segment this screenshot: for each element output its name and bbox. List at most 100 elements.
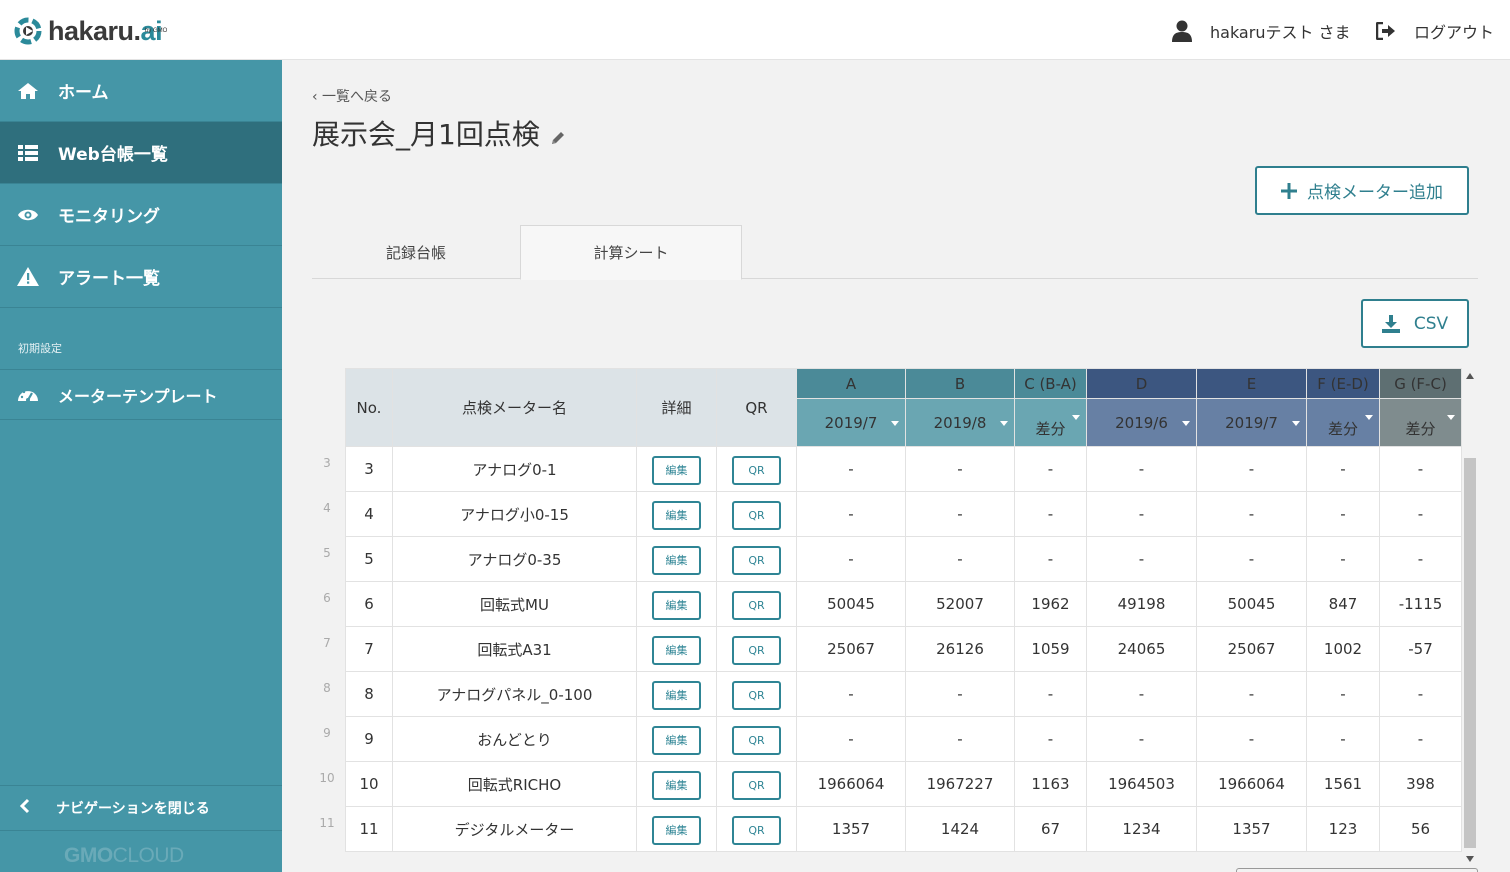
cell-qr: QR [716,491,797,537]
edit-button[interactable]: 編集 [652,455,701,485]
caret-down-icon [1292,421,1300,426]
tab-calculation-sheet[interactable]: 計算シート [520,225,742,280]
cell-no: 11 [345,806,393,852]
plus-icon [1281,182,1297,199]
cell-detail: 編集 [636,536,717,582]
header-col-b-dropdown[interactable]: 2019/8 [905,398,1015,447]
row-number: 8 [323,681,331,695]
cell-col-b: - [905,671,1015,717]
sidebar-item-label: ホーム [58,83,109,103]
cell-detail: 編集 [636,671,717,717]
pencil-icon[interactable] [550,120,566,153]
header-col-e-dropdown[interactable]: 2019/7 [1196,398,1307,447]
cell-col-g: - [1379,491,1462,537]
edit-button[interactable]: 編集 [652,725,701,755]
cell-col-b: - [905,446,1015,492]
header-col-g-value: 差分 [1405,420,1436,438]
hakaru-logo[interactable]: hakaru.ai [12,14,163,48]
logo-sub-text: by GMO [145,28,168,34]
header-col-c: C (B-A) [1014,368,1087,399]
download-icon [1381,314,1400,333]
qr-button[interactable]: QR [732,545,781,575]
edit-button[interactable]: 編集 [652,770,701,800]
cell-col-a: - [796,536,906,582]
cell-col-e: - [1196,716,1307,762]
cell-col-d: - [1086,446,1197,492]
cell-col-e: 1966064 [1196,761,1307,807]
tab-record-ledger[interactable]: 記録台帳 [312,225,520,279]
logout-icon [1376,22,1395,40]
table-row: 3 アナログ0-1 編集 QR - - - - - - - [345,446,1462,492]
sidebar-item-meter-template[interactable]: メーターテンプレート [0,370,282,420]
sidebar-item-label: アラート一覧 [58,269,160,289]
cell-col-c: 1962 [1014,581,1087,627]
vertical-scrollbar-thumb[interactable] [1464,458,1476,848]
scroll-up-arrow-icon[interactable] [1466,373,1474,379]
header-col-c-dropdown[interactable]: 差分 [1014,398,1087,447]
header-qr: QR [716,368,797,447]
cell-col-g: - [1379,671,1462,717]
user-name: hakaruテスト さま [1210,23,1351,42]
csv-download-button[interactable]: CSV [1361,299,1469,348]
edit-button[interactable]: 編集 [652,545,701,575]
header-col-a-dropdown[interactable]: 2019/7 [796,398,906,447]
header-col-g: G (F-C) [1379,368,1462,399]
row-number: 6 [323,591,331,605]
cell-col-a: 1357 [796,806,906,852]
cell-col-g: 398 [1379,761,1462,807]
header-col-f-dropdown[interactable]: 差分 [1306,398,1380,447]
header-col-d-dropdown[interactable]: 2019/6 [1086,398,1197,447]
sidebar-item-alerts[interactable]: アラート一覧 [0,246,282,308]
qr-button[interactable]: QR [732,635,781,665]
table-row: 4 アナログ小0-15 編集 QR - - - - - - - [345,491,1462,537]
cell-detail: 編集 [636,806,717,852]
close-navigation-button[interactable]: ナビゲーションを閉じる [0,785,282,831]
sidebar-item-home[interactable]: ホーム [0,60,282,122]
header-col-f: F (E-D) [1306,368,1380,399]
cell-no: 3 [345,446,393,492]
table-row: 6 回転式MU 編集 QR 50045 52007 1962 49198 50045 847 -11… [345,581,1462,627]
qr-button[interactable]: QR [732,500,781,530]
eye-icon [16,205,40,225]
cell-col-g: -1115 [1379,581,1462,627]
header-col-c-value: 差分 [1035,420,1066,438]
user-menu[interactable]: hakaruテスト さま [1172,18,1351,44]
csv-label: CSV [1413,313,1449,334]
cell-meter-name: アナログ小0-15 [392,491,637,537]
qr-button[interactable]: QR [732,725,781,755]
edit-button[interactable]: 編集 [652,680,701,710]
edit-button[interactable]: 編集 [652,815,701,845]
horizontal-scrollbar[interactable] [1236,868,1478,872]
calculation-table: No. 点検メーター名 詳細 QR A B C (B-A) D E F (E-D… [345,368,1462,852]
header-col-a-value: 2019/7 [824,413,878,432]
header-col-g-dropdown[interactable]: 差分 [1379,398,1462,447]
qr-button[interactable]: QR [732,680,781,710]
row-number: 11 [319,816,335,830]
edit-button[interactable]: 編集 [652,590,701,620]
caret-down-icon [1072,415,1080,420]
logout-label: ログアウト [1414,23,1495,42]
back-to-list-link[interactable]: ‹ 一覧へ戻る [312,86,392,106]
cell-col-g: - [1379,716,1462,762]
qr-button[interactable]: QR [732,590,781,620]
logout-button[interactable]: ログアウト [1376,18,1494,44]
qr-button[interactable]: QR [732,770,781,800]
qr-button[interactable]: QR [732,455,781,485]
calculation-grid: 3 4 5 6 7 8 9 10 11 No. 点検メーター名 詳細 QR A B C (B-A… [312,368,1480,872]
edit-button[interactable]: 編集 [652,635,701,665]
row-number: 7 [323,636,331,650]
cell-col-f: 1561 [1306,761,1380,807]
qr-button[interactable]: QR [732,815,781,845]
table-row: 10 回転式RICHO 編集 QR 1966064 1967227 1163 1964503 1… [345,761,1462,807]
scroll-down-arrow-icon[interactable] [1466,856,1474,862]
cell-qr: QR [716,716,797,762]
table-row: 8 アナログパネル_0-100 編集 QR - - - - - - - [345,671,1462,717]
sidebar-item-monitoring[interactable]: モニタリング [0,184,282,246]
sidebar-item-web-ledger[interactable]: Web台帳一覧 [0,122,282,184]
home-icon [16,81,40,101]
header-detail: 詳細 [636,368,717,447]
add-meter-button[interactable]: 点検メーター追加 [1255,166,1469,215]
cell-col-b: 1424 [905,806,1015,852]
cell-col-e: - [1196,536,1307,582]
edit-button[interactable]: 編集 [652,500,701,530]
